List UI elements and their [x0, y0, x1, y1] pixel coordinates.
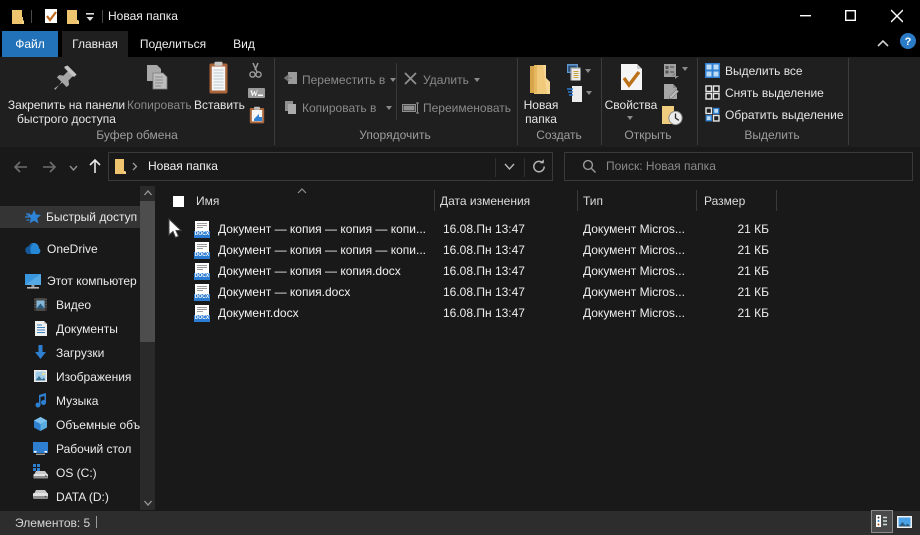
svg-text:?: ?	[905, 36, 912, 48]
svg-text:W: W	[250, 89, 258, 98]
